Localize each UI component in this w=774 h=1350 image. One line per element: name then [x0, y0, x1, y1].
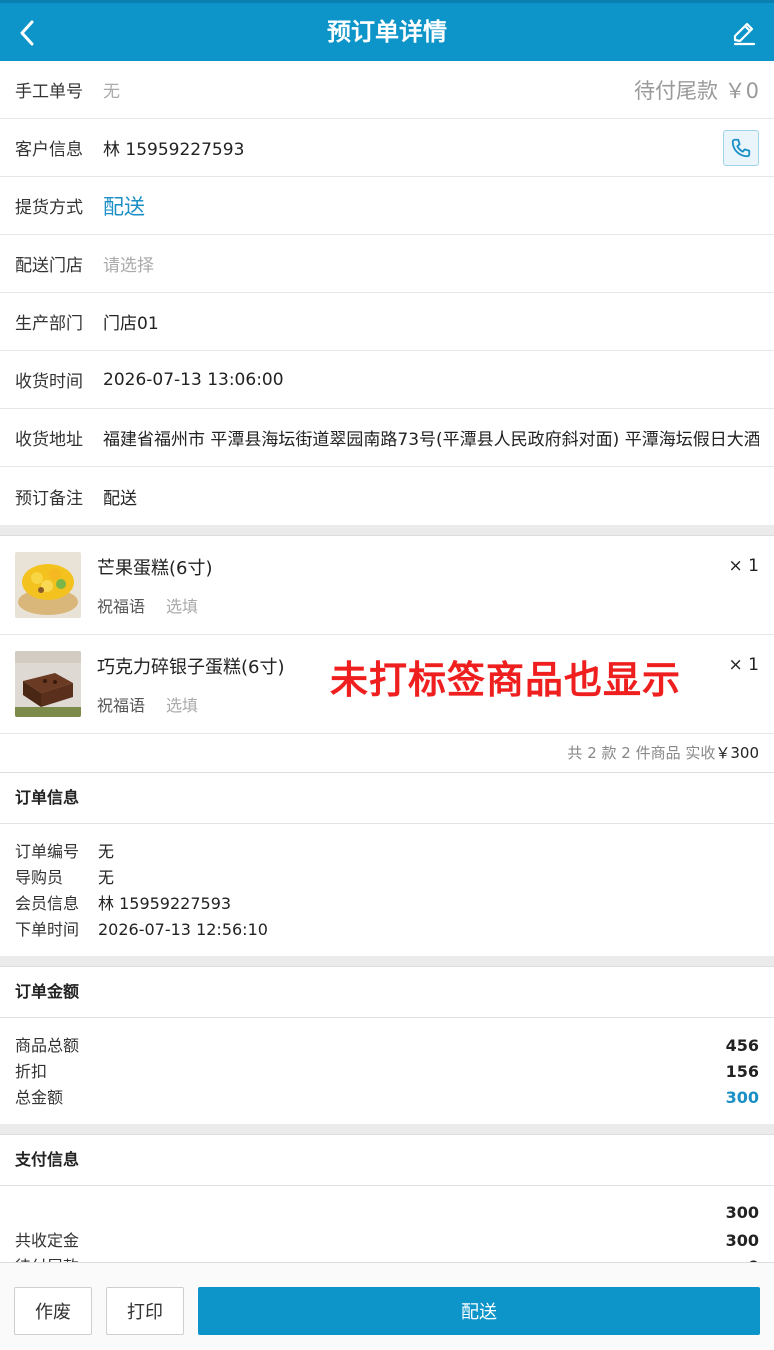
- summary-amount: ￥300: [715, 744, 759, 762]
- info-row-receive-time: 收货时间 2026-07-13 13:06:00: [0, 351, 774, 409]
- order-amount-body: 商品总额 456 折扣 156 总金额 300: [0, 1018, 774, 1124]
- info-label: 客户信息: [15, 140, 83, 160]
- kv-label: 商品总额: [15, 1036, 80, 1055]
- payment-info-title: 支付信息: [0, 1135, 774, 1186]
- wish-label: 祝福语: [97, 597, 146, 616]
- wish-input[interactable]: 选填: [166, 692, 198, 716]
- kv-value: 无: [98, 842, 115, 861]
- info-label: 预订备注: [15, 488, 83, 509]
- order-info-row: 订单编号无: [15, 839, 759, 865]
- product-qty: × 1: [728, 655, 759, 675]
- payment-row: 共收定金 300: [15, 1228, 759, 1254]
- order-amount-title: 订单金额: [0, 967, 774, 1018]
- pickup-method-value[interactable]: 配送: [103, 191, 145, 221]
- amount-row: 折扣 156: [15, 1059, 759, 1085]
- kv-label: 会员信息: [15, 894, 80, 913]
- payment-info-body: 300 共收定金 300 待付尾款 0: [0, 1186, 774, 1262]
- amount-row: 总金额 300: [15, 1085, 759, 1111]
- order-info-title: 订单信息: [0, 773, 774, 824]
- kv-label: 导购员: [15, 868, 64, 887]
- order-info-row: 下单时间 2026-07-13 12:56:10: [15, 917, 759, 943]
- bottom-action-bar: 作废 打印 配送: [0, 1262, 774, 1350]
- kv-label: 总金额: [15, 1088, 64, 1107]
- kv-label: 订单编号: [15, 842, 80, 861]
- receive-time-value: 2026-07-13 13:06:00: [103, 369, 284, 390]
- kv-value: 无: [98, 868, 115, 887]
- product-qty: × 1: [728, 556, 759, 576]
- kv-number: 300: [725, 1203, 759, 1222]
- order-basic-info: 手工单号 无 待付尾款 ￥0 客户信息 林 15959227593 提货方式 配…: [0, 61, 774, 525]
- remark-value: 配送: [103, 488, 137, 509]
- order-info-row: 会员信息林 15959227593: [15, 891, 759, 917]
- mango-cake-image: [15, 552, 81, 618]
- annotation-text: 未打标签商品也显示: [330, 658, 682, 702]
- product-item: 芒果蛋糕(6寸) × 1 祝福语 选填: [0, 536, 774, 635]
- product-name: 巧克力碎银子蛋糕(6寸): [97, 657, 285, 678]
- page-title: 预订单详情: [327, 18, 447, 46]
- info-row-delivery-store[interactable]: 配送门店 请选择: [0, 235, 774, 293]
- section-divider: [0, 956, 774, 967]
- payment-row: 待付尾款 0: [15, 1254, 759, 1262]
- info-label: 提货方式: [15, 198, 83, 218]
- info-label: 生产部门: [15, 314, 83, 334]
- kv-label: 折扣: [15, 1062, 48, 1081]
- order-info-body: 订单编号无 导购员 无 会员信息林 15959227593 下单时间 2026-07…: [0, 824, 774, 956]
- kv-label: [15, 1200, 98, 1226]
- info-label: 收货地址: [15, 430, 83, 450]
- info-row-customer: 客户信息 林 15959227593: [0, 119, 774, 177]
- pencil-icon: [733, 22, 756, 46]
- info-label: 收货时间: [15, 372, 83, 392]
- amount-row: 商品总额 456: [15, 1033, 759, 1059]
- address-value: 福建省福州市 平潭县海坛街道翠园南路73号(平潭县人民政府斜对面) 平潭海坛假日…: [103, 430, 759, 450]
- balance-due-text: 待付尾款 ￥0: [633, 78, 759, 103]
- info-row-remark: 预订备注 配送: [0, 467, 774, 525]
- info-row-production-dept: 生产部门 门店01: [0, 293, 774, 351]
- info-row-manual-no: 手工单号 无 待付尾款 ￥0: [0, 61, 774, 119]
- product-item: 巧克力碎银子蛋糕(6寸) × 1 祝福语 选填 未打标签商品也显示: [0, 635, 774, 734]
- info-label: 手工单号: [15, 82, 83, 102]
- payment-row: 300: [15, 1200, 759, 1226]
- kv-number: 300: [725, 1231, 759, 1250]
- call-button[interactable]: [723, 130, 759, 166]
- kv-value: 林 15959227593: [98, 894, 232, 913]
- chocolate-cake-image: [15, 651, 81, 717]
- deliver-button[interactable]: 配送: [198, 1287, 760, 1335]
- wish-input[interactable]: 选填: [166, 593, 198, 617]
- summary-text: 共 2 款 2 件商品 实收: [567, 744, 716, 762]
- content-scroll-area[interactable]: 手工单号 无 待付尾款 ￥0 客户信息 林 15959227593 提货方式 配…: [0, 61, 774, 1262]
- total-amount: 300: [725, 1088, 759, 1107]
- delivery-store-select[interactable]: 请选择: [103, 251, 154, 276]
- product-name: 芒果蛋糕(6寸): [97, 558, 213, 579]
- phone-icon: [731, 138, 751, 158]
- info-row-pickup-method[interactable]: 提货方式 配送: [0, 177, 774, 235]
- order-summary: 共 2 款 2 件商品 实收￥300: [0, 734, 774, 773]
- section-divider: [0, 525, 774, 536]
- kv-number: 0: [748, 1254, 759, 1262]
- top-bar: 预订单详情: [0, 0, 774, 61]
- production-dept-value: 门店01: [103, 314, 159, 334]
- kv-label: 待付尾款: [15, 1254, 98, 1262]
- kv-label: 下单时间: [15, 920, 80, 939]
- info-label: 配送门店: [15, 256, 83, 276]
- customer-value: 林 15959227593: [103, 140, 245, 160]
- print-button[interactable]: 打印: [106, 1287, 184, 1335]
- manual-no-value: 无: [103, 82, 120, 102]
- kv-number: 456: [725, 1036, 759, 1055]
- void-button[interactable]: 作废: [14, 1287, 92, 1335]
- kv-label: 共收定金: [15, 1231, 80, 1250]
- order-info-row: 导购员 无: [15, 865, 759, 891]
- edit-button[interactable]: [728, 17, 760, 49]
- info-row-address: 收货地址 福建省福州市 平潭县海坛街道翠园南路73号(平潭县人民政府斜对面) 平…: [0, 409, 774, 467]
- kv-value: 2026-07-13 12:56:10: [98, 920, 268, 939]
- kv-number: 156: [725, 1062, 759, 1081]
- wish-label: 祝福语: [97, 696, 146, 715]
- section-divider: [0, 1124, 774, 1135]
